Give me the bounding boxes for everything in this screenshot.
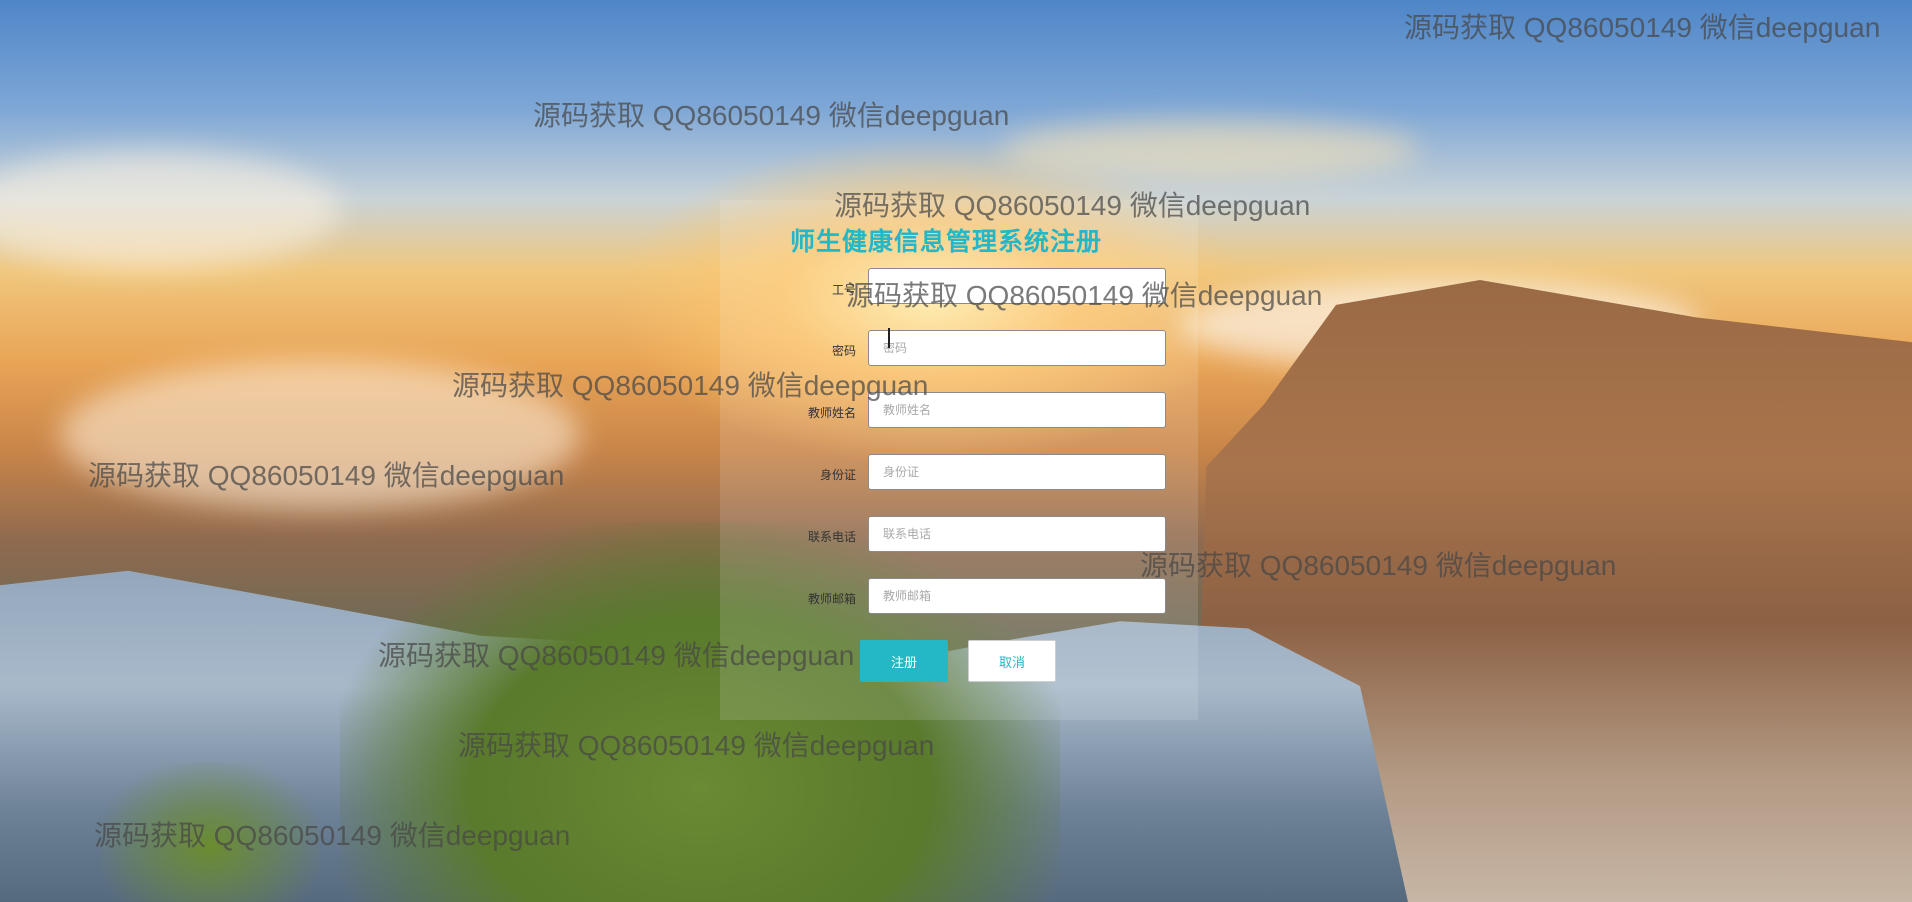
phone-label: 联系电话	[807, 530, 856, 544]
register-page: 师生健康信息管理系统注册 工号 密码 教师姓名 身份证 联系电话 教师邮箱 注册…	[0, 0, 1912, 902]
text-cursor-icon	[888, 328, 890, 348]
employee-id-input[interactable]	[868, 268, 1166, 304]
teacher-name-label: 教师姓名	[807, 406, 856, 420]
email-label: 教师邮箱	[807, 592, 856, 606]
background-grass	[100, 762, 320, 902]
register-button[interactable]: 注册	[860, 640, 948, 682]
password-label: 密码	[831, 344, 856, 358]
id-card-label: 身份证	[819, 468, 856, 482]
password-input[interactable]	[868, 330, 1166, 366]
cancel-button[interactable]: 取消	[968, 640, 1056, 682]
id-card-input[interactable]	[868, 454, 1166, 490]
teacher-name-input[interactable]	[868, 392, 1166, 428]
background-cloud	[60, 360, 580, 510]
email-input[interactable]	[868, 578, 1166, 614]
phone-input[interactable]	[868, 516, 1166, 552]
page-title: 师生健康信息管理系统注册	[790, 228, 1103, 256]
background-cloud	[0, 150, 340, 270]
employee-id-label: 工号	[831, 283, 856, 297]
watermark-text: 源码获取 QQ86050149 微信deepguan	[533, 100, 1010, 131]
background-cloud	[1000, 120, 1420, 180]
watermark-text: 源码获取 QQ86050149 微信deepguan	[1404, 12, 1881, 43]
